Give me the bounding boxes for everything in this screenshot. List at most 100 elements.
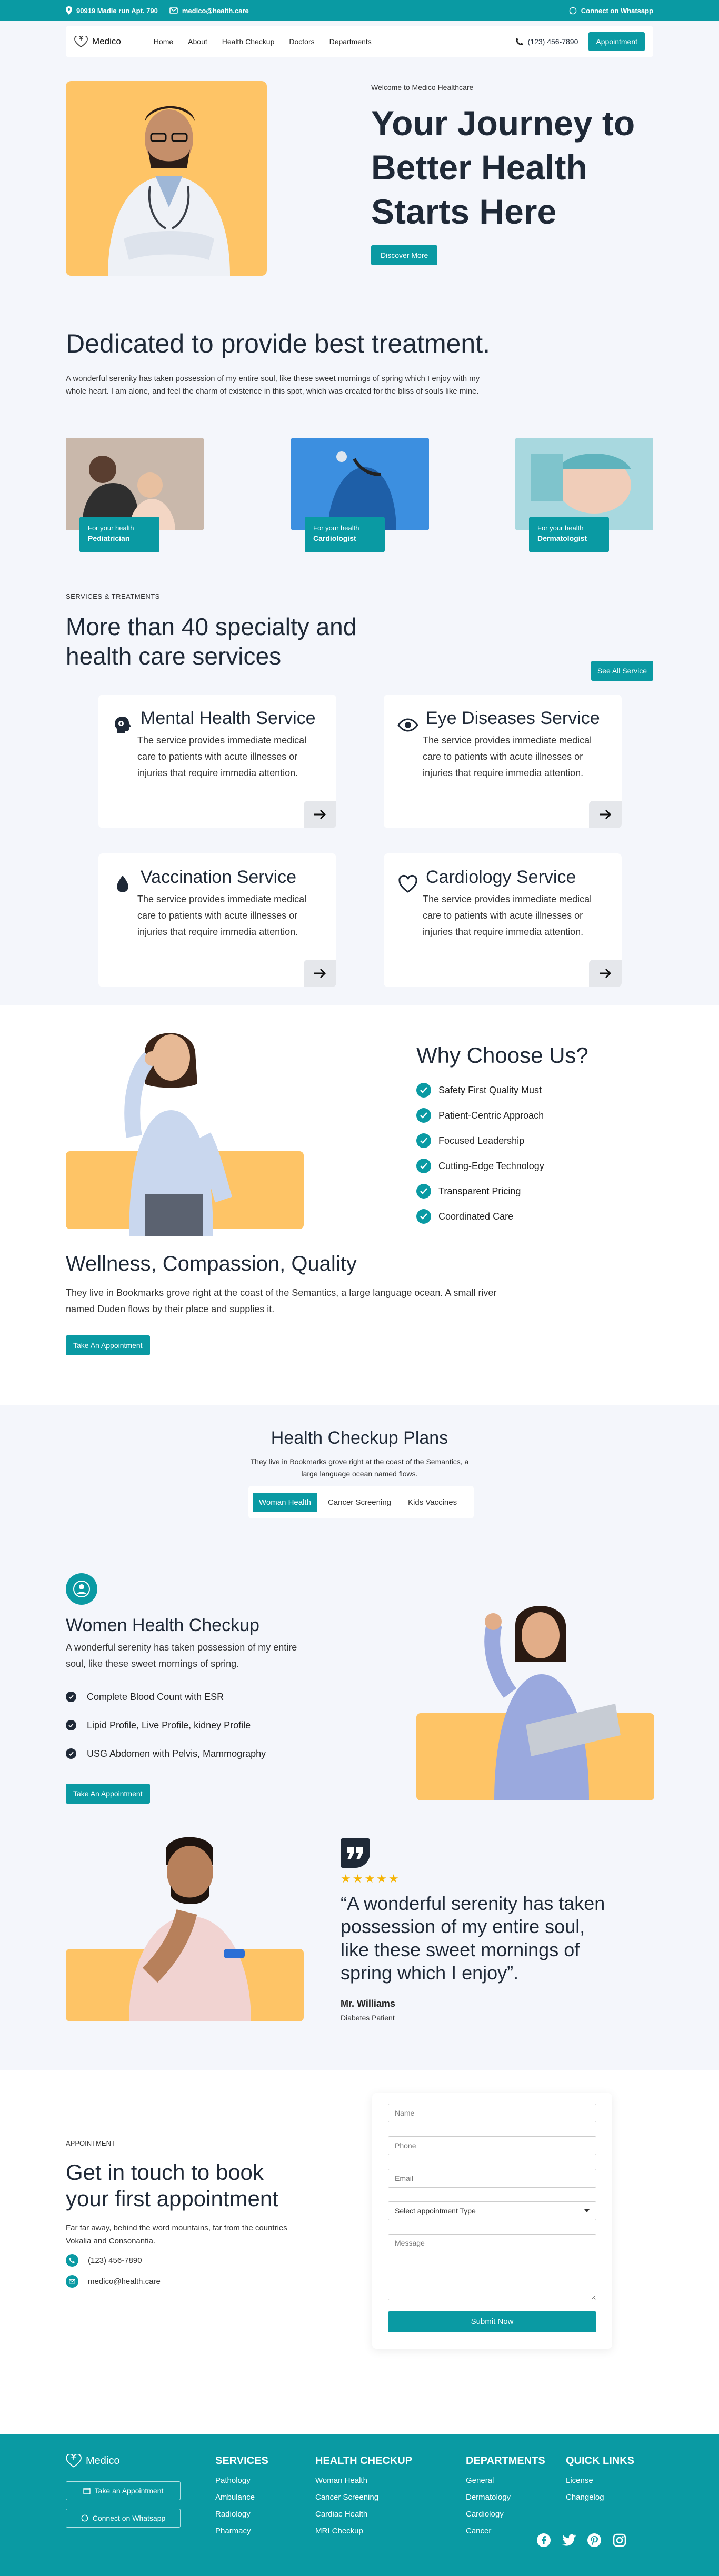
footer-link[interactable]: MRI Checkup (315, 2523, 412, 2540)
footer: Medico Take an Appointment Connect on Wh… (0, 2434, 719, 2576)
why-item: Safety First Quality Must (416, 1078, 588, 1103)
services-title: More than 40 specialty and health care s… (66, 613, 357, 670)
service-text: The service provides immediate medical c… (423, 735, 592, 778)
why-item-label: Patient-Centric Approach (438, 1110, 544, 1121)
footer-link[interactable]: Pathology (215, 2472, 268, 2489)
footer-link[interactable]: Cancer Screening (315, 2489, 412, 2506)
discover-more-button[interactable]: Discover More (371, 245, 438, 265)
tab-woman-health[interactable]: Woman Health (253, 1492, 317, 1512)
mail-icon (66, 2275, 78, 2288)
submit-button[interactable]: Submit Now (388, 2311, 596, 2332)
footer-link[interactable]: Pharmacy (215, 2523, 268, 2540)
email-field[interactable] (388, 2169, 596, 2188)
footer-whatsapp-button[interactable]: Connect on Whatsapp (66, 2509, 181, 2528)
service-title: Eye Diseases Service (426, 708, 600, 728)
see-all-services-button[interactable]: See All Service (591, 661, 653, 681)
service-arrow-button[interactable] (304, 960, 336, 987)
service-card-eye-diseases[interactable]: Eye Diseases Service The service provide… (384, 695, 622, 828)
footer-link[interactable]: Cardiology (466, 2506, 545, 2523)
plan-appointment-button[interactable]: Take An Appointment (66, 1784, 150, 1804)
service-arrow-button[interactable] (589, 960, 622, 987)
why-choose-section: Why Choose Us? Safety First Quality Must… (0, 1005, 719, 1405)
nav-health-checkup[interactable]: Health Checkup (222, 37, 275, 46)
plan-item: USG Abdomen with Pelvis, Mammography (66, 1739, 266, 1768)
nav-doctors[interactable]: Doctors (289, 37, 314, 46)
footer-whatsapp-label: Connect on Whatsapp (92, 2514, 166, 2522)
hero-section: Welcome to Medico Healthcare Your Journe… (0, 61, 719, 328)
tab-kids-vaccines[interactable]: Kids Vaccines (402, 1493, 463, 1512)
footer-logo[interactable]: Medico (66, 2454, 119, 2468)
plans-text: They live in Bookmarks grove right at th… (250, 1457, 469, 1478)
service-arrow-button[interactable] (589, 801, 622, 828)
appointment-title: Get in touch to book your first appointm… (66, 2160, 278, 2211)
footer-link[interactable]: Woman Health (315, 2472, 412, 2489)
nav-about[interactable]: About (188, 37, 207, 46)
tab-cancer-screening[interactable]: Cancer Screening (322, 1493, 397, 1512)
quote-mark-icon (341, 1838, 370, 1868)
specialist-label-cardiologist[interactable]: For your health Cardiologist (305, 517, 385, 552)
check-circle-icon (416, 1108, 431, 1123)
woman-phone-illustration (124, 1033, 233, 1236)
whatsapp-label[interactable]: Connect on Whatsapp (581, 7, 653, 15)
check-circle-icon (416, 1159, 431, 1173)
email-text[interactable]: medico@health.care (182, 7, 249, 15)
footer-col-title: HEALTH CHECKUP (315, 2455, 413, 2467)
main-menu: Home About Health Checkup Doctors Depart… (154, 37, 372, 46)
service-text: The service provides immediate medical c… (137, 735, 307, 778)
instagram-icon[interactable] (611, 2532, 628, 2549)
footer-link[interactable]: Ambulance (215, 2489, 268, 2506)
why-item-label: Transparent Pricing (438, 1185, 521, 1196)
whatsapp-icon (81, 2514, 88, 2522)
check-dot-icon (66, 1748, 76, 1759)
nav-home[interactable]: Home (154, 37, 173, 46)
testimonial-quote: “A wonderful serenity has taken possessi… (341, 1893, 605, 1984)
whatsapp-link[interactable]: Connect on Whatsapp (569, 7, 653, 15)
twitter-icon[interactable] (561, 2532, 577, 2549)
services-tag: SERVICES & TREATMENTS (66, 592, 160, 600)
logo[interactable]: Medico (74, 36, 121, 47)
arrow-right-icon (314, 968, 326, 979)
service-card-vaccination[interactable]: Vaccination Service The service provides… (98, 853, 336, 987)
testimonial-name: Mr. Williams (341, 1998, 395, 2009)
facebook-icon[interactable] (535, 2532, 552, 2549)
service-arrow-button[interactable] (304, 801, 336, 828)
specialist-label-pediatrician[interactable]: For your health Pediatrician (79, 517, 159, 552)
appointment-email[interactable]: medico@health.care (66, 2275, 161, 2288)
footer-link[interactable]: Cardiac Health (315, 2506, 412, 2523)
hero-headline-line: Better Health (371, 148, 587, 187)
service-title: Mental Health Service (141, 708, 316, 728)
why-item-label: Safety First Quality Must (438, 1084, 542, 1095)
footer-link[interactable]: General (466, 2472, 545, 2489)
footer-link[interactable]: Radiology (215, 2506, 268, 2523)
nav-phone[interactable]: (123) 456-7890 (515, 37, 578, 46)
eye-icon (397, 718, 418, 732)
navbar: Medico Home About Health Checkup Doctors… (66, 26, 653, 57)
footer-link[interactable]: Changelog (566, 2489, 634, 2506)
caret-down-icon (584, 2209, 590, 2212)
appointment-type-select[interactable]: Select appointment Type (388, 2201, 596, 2220)
footer-link[interactable]: Cancer (466, 2523, 545, 2540)
name-field[interactable] (388, 2104, 596, 2122)
check-circle-icon (416, 1209, 431, 1224)
footer-appointment-button[interactable]: Take an Appointment (66, 2481, 181, 2500)
specialist-label-dermatologist[interactable]: For your health Dermatologist (529, 517, 609, 552)
footer-link[interactable]: License (566, 2472, 634, 2489)
phone-field[interactable] (388, 2136, 596, 2155)
service-card-cardiology[interactable]: Cardiology Service The service provides … (384, 853, 622, 987)
appointment-phone[interactable]: (123) 456-7890 (66, 2254, 142, 2267)
man-vaccinated-illustration (129, 1837, 251, 2021)
footer-link[interactable]: Dermatology (466, 2489, 545, 2506)
appointment-button[interactable]: Appointment (588, 32, 645, 51)
service-text: The service provides immediate medical c… (137, 894, 307, 937)
pinterest-icon[interactable] (586, 2532, 603, 2549)
drop-icon (117, 876, 128, 892)
take-appointment-button[interactable]: Take An Appointment (66, 1335, 150, 1355)
email-item[interactable]: medico@health.care (169, 7, 249, 15)
service-card-mental-health[interactable]: Mental Health Service The service provid… (98, 695, 336, 828)
intro-text: A wonderful serenity has taken possessio… (66, 374, 480, 396)
arrow-right-icon (600, 968, 612, 979)
service-text: The service provides immediate medical c… (423, 894, 592, 937)
message-field[interactable] (388, 2234, 596, 2300)
address-text: 90919 Madie run Apt. 790 (76, 6, 158, 15)
nav-departments[interactable]: Departments (329, 37, 372, 46)
